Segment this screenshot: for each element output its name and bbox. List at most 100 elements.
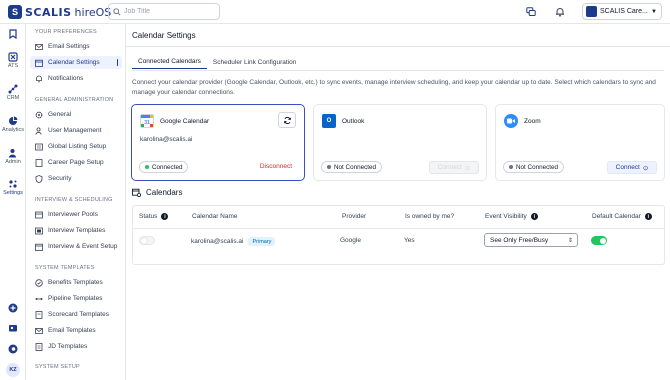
check-circle-icon	[35, 278, 43, 287]
rail-item-analytics[interactable]: Analytics	[0, 116, 26, 133]
rail-item-bookmarks[interactable]	[0, 29, 26, 39]
mail-icon	[35, 43, 43, 51]
rail-avatar[interactable]: KZ	[0, 363, 26, 377]
nav-item-career-page-setup[interactable]: Career Page Setup	[30, 156, 122, 169]
search-box[interactable]	[108, 3, 220, 20]
rail-add-button[interactable]	[0, 303, 26, 313]
event-visibility-select[interactable]: See Only Free/Busy ⇕	[484, 233, 578, 247]
provider-card-google[interactable]: 31 Google Calendar karolina@scalis.ai Co…	[131, 104, 305, 181]
analytics-icon	[9, 116, 18, 125]
disconnect-button[interactable]: Disconnect	[260, 163, 292, 170]
nav-item-pipeline-templates[interactable]: Pipeline Templates	[30, 292, 122, 305]
nav-label: Career Page Setup	[48, 159, 104, 166]
page-description: Connect your calendar provider (Google C…	[132, 79, 656, 96]
info-icon[interactable]: i	[161, 213, 169, 220]
nav-item-email-settings[interactable]: Email Settings	[30, 40, 122, 53]
nav-item-jd-templates[interactable]: JD Templates	[30, 340, 122, 353]
nav-item-interviewer-pools[interactable]: Interviewer Pools	[30, 208, 122, 221]
provider-card-outlook[interactable]: O Outlook Not Connected Connect ⊙	[313, 104, 487, 181]
connect-button[interactable]: Connect ⊙	[429, 161, 479, 174]
nav-item-security[interactable]: Security	[30, 172, 122, 185]
scorecard-icon	[35, 310, 43, 319]
nav-label: Security	[48, 175, 72, 182]
rail-item-settings[interactable]: Settings	[0, 179, 26, 196]
rail-label-crm: CRM	[6, 95, 20, 101]
nav-label: Benefits Templates	[48, 279, 103, 286]
rail-item-ats[interactable]: ATS	[0, 52, 26, 69]
rail-item-admin[interactable]: Admin	[0, 148, 26, 165]
nav-label: Interviewer Pools	[48, 211, 98, 218]
mail-icon	[35, 327, 43, 335]
rail-contacts-button[interactable]	[0, 323, 26, 333]
company-logo-icon	[586, 6, 597, 17]
column-header-owned: Is owned by me?	[405, 213, 454, 220]
avatar: KZ	[6, 363, 20, 377]
provider-cell: Google	[340, 237, 361, 244]
google-calendar-icon: 31	[140, 114, 154, 128]
logo[interactable]: S SCALIS hireOS	[8, 4, 111, 20]
nav-section-templates: SYSTEM TEMPLATES	[35, 265, 95, 271]
outlook-icon: O	[322, 114, 336, 128]
rail-item-crm[interactable]: CRM	[0, 84, 26, 101]
status-dot-icon	[509, 165, 513, 169]
account-name: SCALIS Care...	[600, 8, 648, 15]
nav-label: Interview Templates	[48, 227, 106, 234]
rail-help-button[interactable]	[0, 344, 26, 354]
header-label: Calendar Name	[192, 213, 238, 220]
arrow-right-icon: ⊙	[642, 164, 649, 172]
divider	[126, 46, 670, 47]
tab-scheduler-link-configuration[interactable]: Scheduler Link Configuration	[207, 55, 302, 69]
calendar-icon	[35, 59, 43, 67]
nav-item-general[interactable]: General	[30, 108, 122, 121]
default-calendar-toggle[interactable]	[591, 236, 607, 245]
calendar-icon	[35, 243, 43, 251]
gear-icon	[35, 111, 43, 119]
connected-email: karolina@scalis.ai	[140, 136, 193, 143]
tab-connected-calendars[interactable]: Connected Calendars	[132, 55, 207, 69]
status-badge: Connected	[139, 161, 189, 173]
plus-circle-icon	[8, 303, 18, 313]
header-label: Provider	[342, 213, 367, 220]
rail-label-settings: Settings	[3, 190, 23, 196]
nav-item-email-templates[interactable]: Email Templates	[30, 324, 122, 337]
rail-label-admin: Admin	[5, 159, 21, 165]
select-value: See Only Free/Busy	[490, 236, 549, 244]
connect-button[interactable]: Connect ⊙	[607, 161, 657, 174]
nav-item-scorecard-templates[interactable]: Scorecard Templates	[30, 308, 122, 321]
bell-icon[interactable]	[553, 5, 567, 19]
chat-icon[interactable]	[524, 5, 538, 19]
bookmark-icon	[9, 29, 17, 39]
nav-label: User Management	[48, 127, 102, 134]
nav-item-interview-templates[interactable]: Interview Templates	[30, 224, 122, 237]
status-dot-icon	[327, 165, 331, 169]
nav-item-interview-event-setup[interactable]: Interview & Event Setup	[30, 240, 122, 253]
nav-label: Global Listing Setup	[48, 143, 107, 150]
info-icon[interactable]: i	[644, 213, 652, 220]
nav-item-benefits-templates[interactable]: Benefits Templates	[30, 276, 122, 289]
status-badge: Not Connected	[321, 161, 383, 173]
status-toggle[interactable]	[139, 236, 155, 245]
refresh-button[interactable]	[278, 112, 296, 128]
status-text: Not Connected	[334, 163, 377, 171]
tab-bar: Connected Calendars Scheduler Link Confi…	[132, 55, 302, 69]
provider-card-zoom[interactable]: Zoom Not Connected Connect ⊙	[495, 104, 665, 181]
owned-cell: Yes	[404, 237, 415, 244]
header-label: Default Calendar	[592, 213, 641, 220]
nav-item-user-management[interactable]: User Management	[30, 124, 122, 137]
nav-item-notifications[interactable]: Notifications	[30, 72, 122, 85]
info-icon[interactable]: i	[530, 213, 538, 220]
svg-text:31: 31	[144, 120, 150, 126]
ats-icon	[8, 52, 18, 62]
nav-section-setup: SYSTEM SETUP	[35, 364, 80, 370]
help-icon	[8, 344, 18, 354]
top-bar: S SCALIS hireOS SCALIS Care... ▼	[0, 0, 670, 24]
search-input[interactable]	[124, 8, 214, 15]
nav-item-calendar-settings[interactable]: Calendar Settings	[30, 56, 122, 69]
nav-label: General	[48, 111, 72, 118]
search-icon	[113, 7, 121, 16]
nav-item-global-listing-setup[interactable]: Global Listing Setup	[30, 140, 122, 153]
account-switcher[interactable]: SCALIS Care... ▼	[582, 3, 662, 20]
column-header-provider: Provider	[342, 213, 366, 220]
connect-label: Connect	[437, 164, 462, 171]
header-label: Event Visibility	[485, 213, 527, 220]
